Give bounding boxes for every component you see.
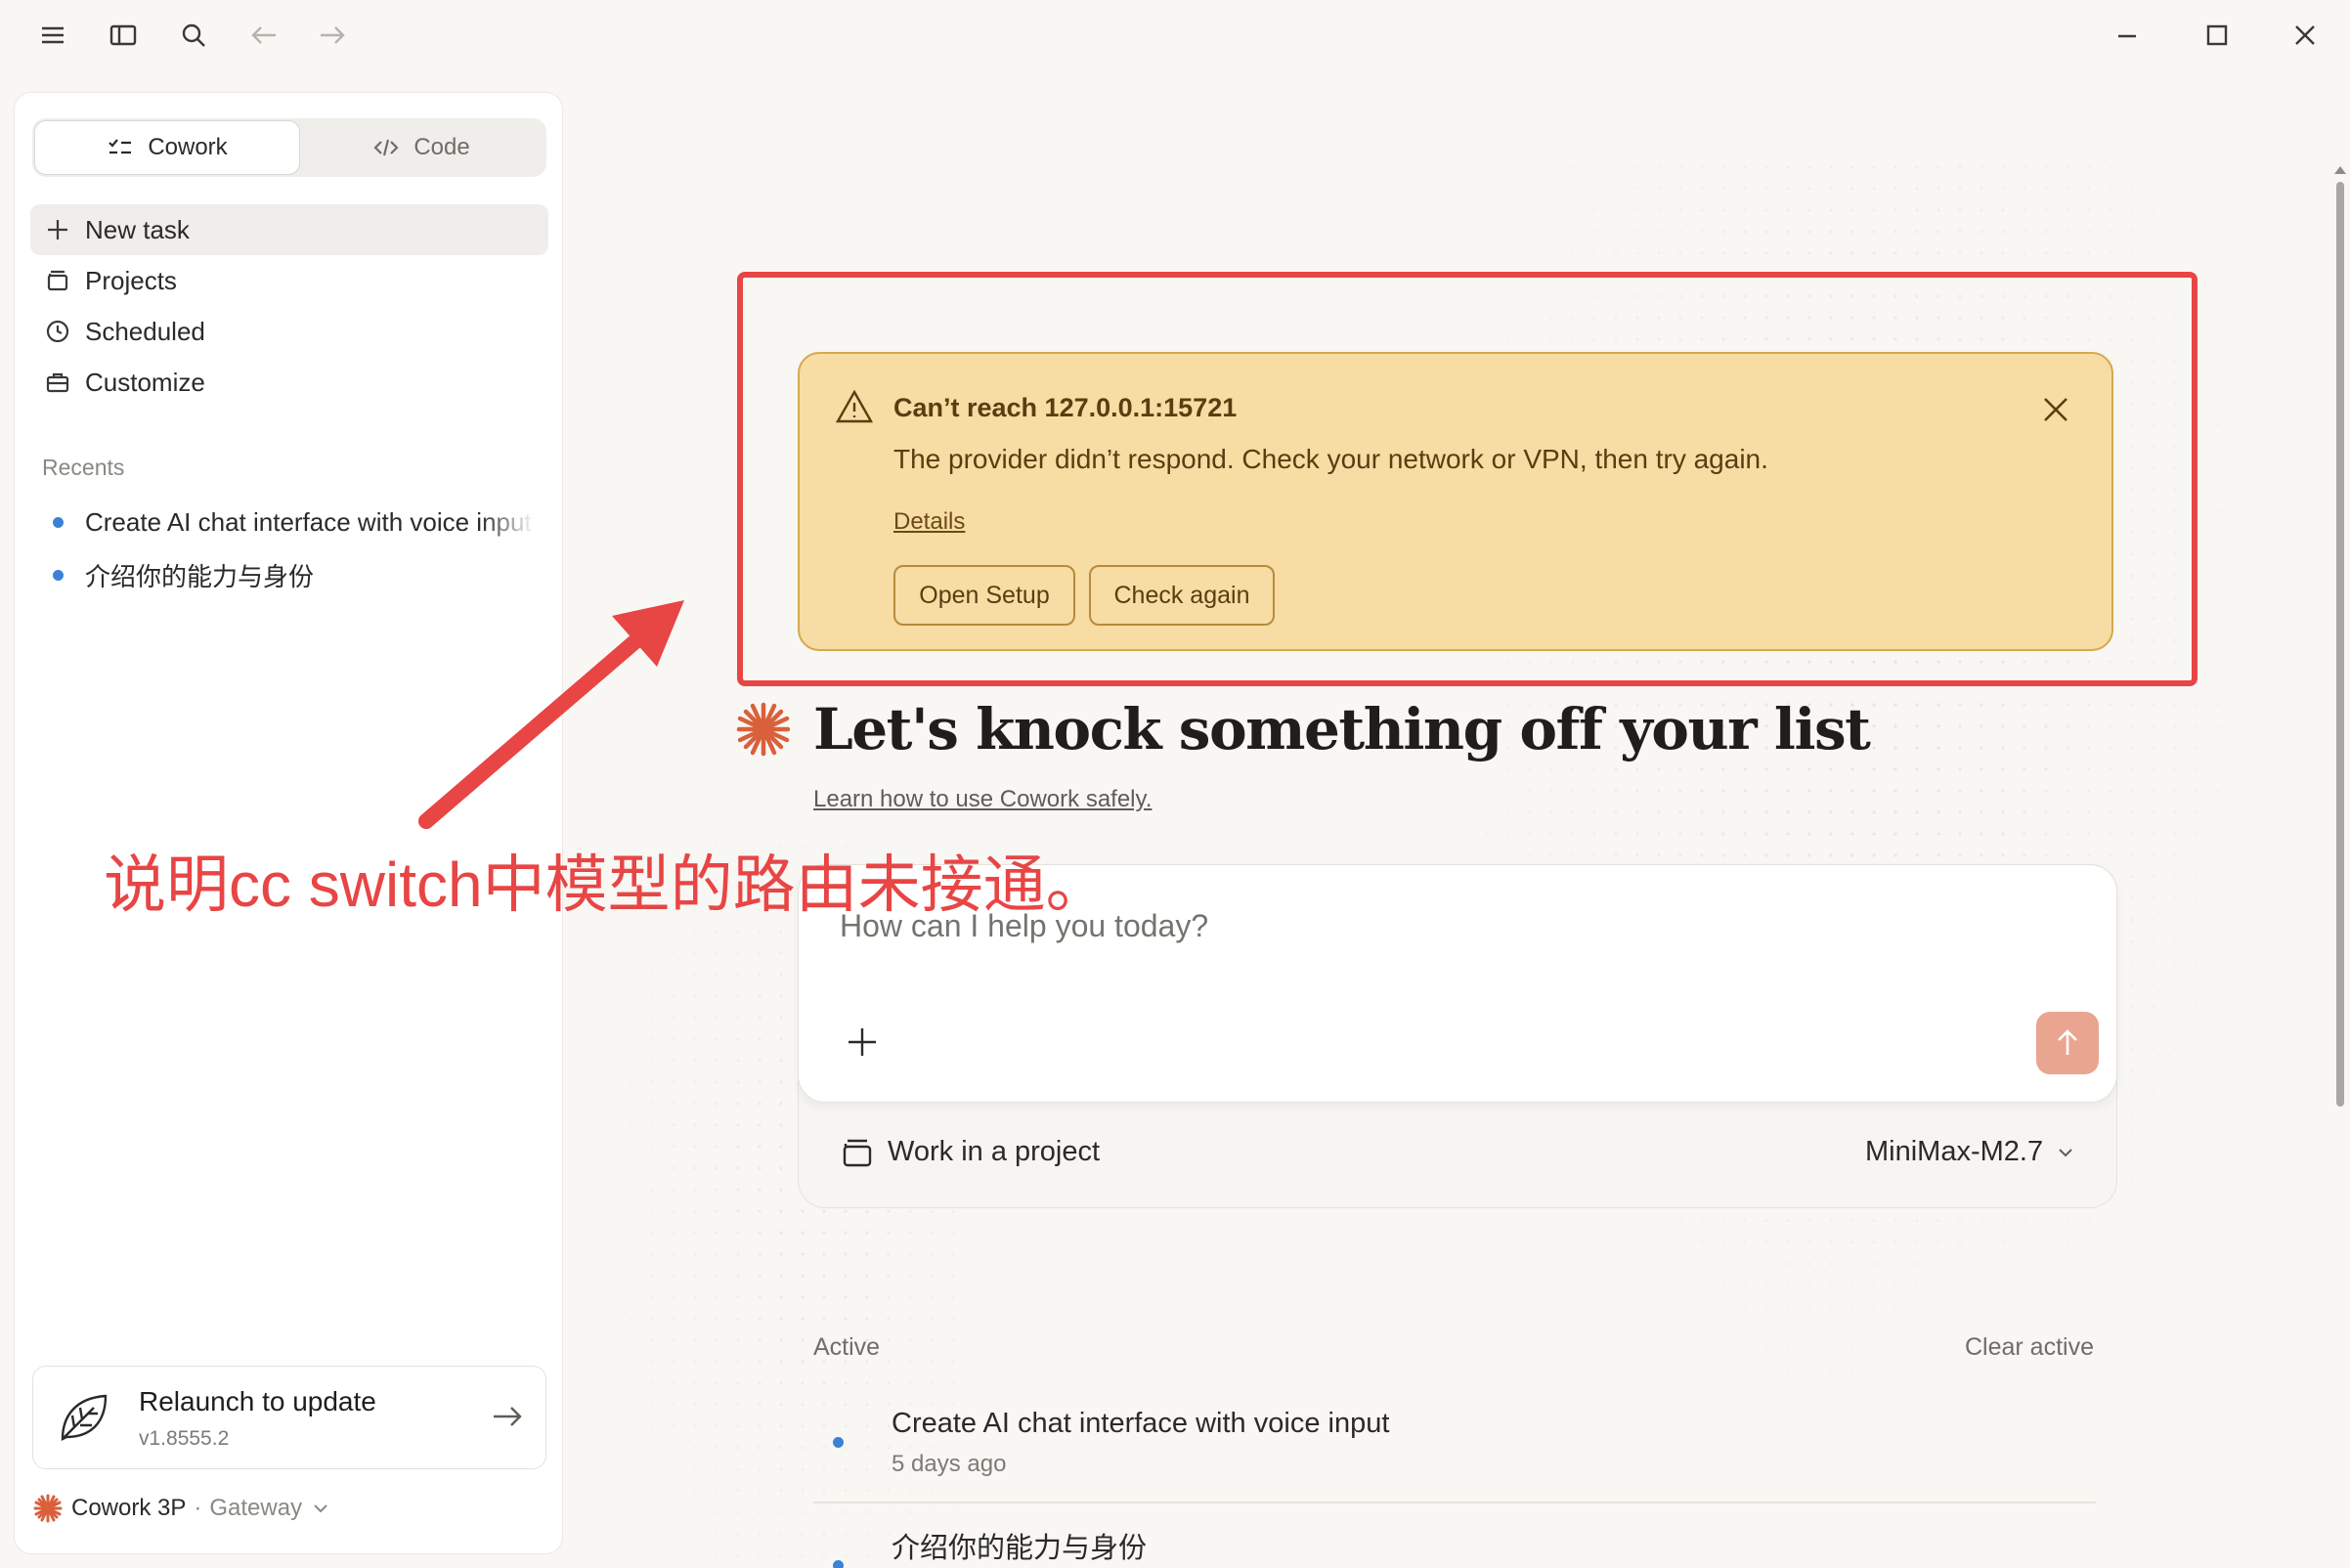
annotation-text: 说明cc switch中模型的路由未接通。: [104, 849, 1109, 920]
annotation-arrow: [418, 600, 684, 829]
